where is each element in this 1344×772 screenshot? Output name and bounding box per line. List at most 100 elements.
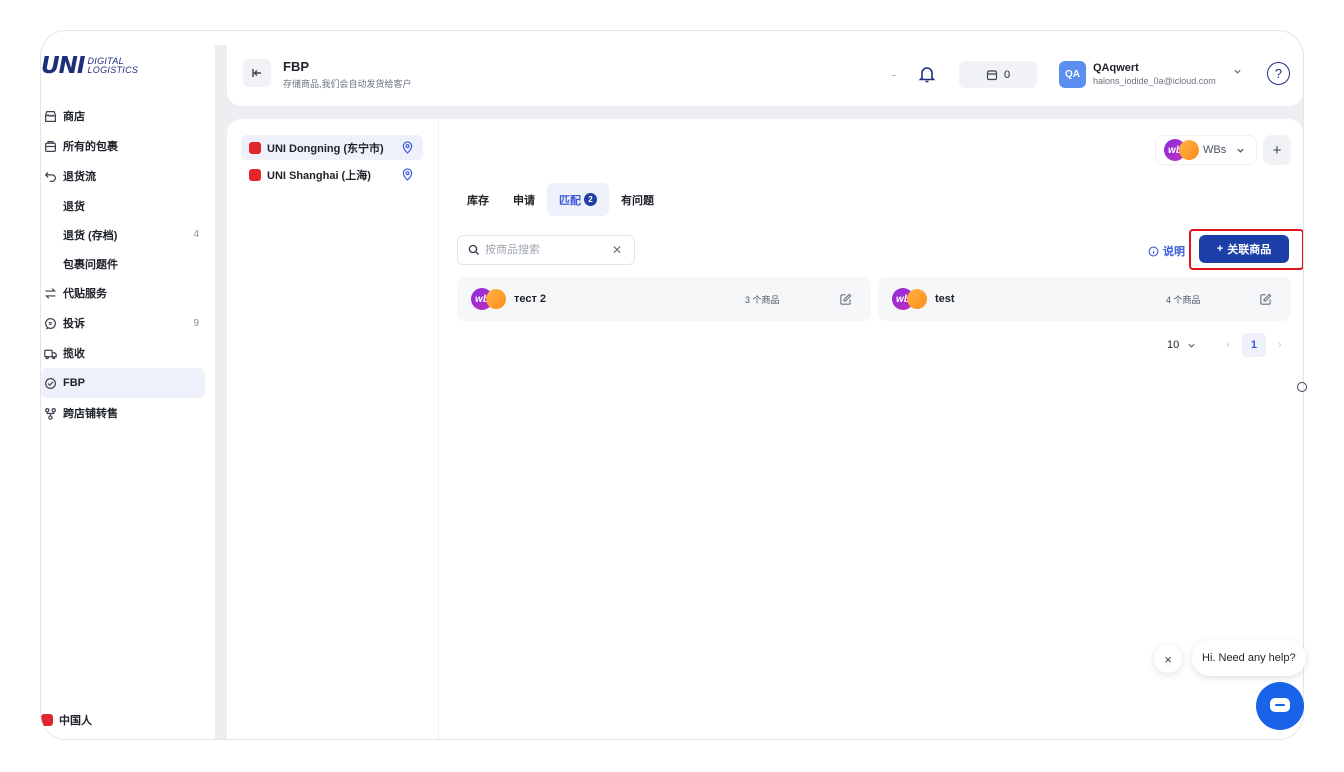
link-product-button[interactable]: + 关联商品 (1199, 235, 1289, 263)
store-select[interactable]: wb WBs (1155, 135, 1257, 165)
search-icon (468, 244, 479, 255)
chat-launcher-button[interactable] (1256, 682, 1304, 730)
edit-icon[interactable] (1259, 293, 1272, 306)
sidebar-item-shop[interactable]: 商店 (41, 101, 207, 131)
collapse-sidebar-button[interactable] (243, 59, 271, 87)
scroll-indicator-icon (1297, 382, 1307, 392)
truck-icon (43, 346, 57, 360)
sidebar-item-label: 跨店铺转售 (63, 408, 118, 420)
share-icon (43, 406, 57, 420)
search-box: ✕ (457, 235, 635, 265)
page-number[interactable]: 1 (1241, 333, 1266, 357)
box-icon (986, 69, 998, 80)
page-size-select[interactable]: 10 (1167, 339, 1196, 351)
location-pin-icon (402, 168, 413, 181)
app-window: UNI DIGITAL LOGISTICS 商店 所有的包裹 退货流 退货 退货… (40, 30, 1304, 740)
add-store-button[interactable]: + (1263, 135, 1291, 165)
store-card-name: test (935, 293, 955, 305)
close-help-button[interactable]: × (1154, 645, 1182, 673)
brand-logo[interactable]: UNI DIGITAL LOGISTICS (41, 53, 138, 79)
count-badge: 4 (193, 229, 199, 240)
store-card-name: тест 2 (514, 293, 547, 305)
store-card-count: 4 个商品 (1166, 294, 1201, 305)
info-icon (1148, 246, 1159, 256)
tab-bar: 库存 申请 匹配 2 有问题 (455, 183, 666, 216)
china-flag-icon (41, 714, 53, 726)
store-card[interactable]: wb тест 2 3 个商品 (457, 277, 871, 321)
chat-icon (43, 316, 57, 330)
sidebar-item-returns-archive[interactable]: 退货 (存档) 4 (41, 220, 207, 249)
location-pin-icon (402, 141, 413, 154)
next-page-icon[interactable]: › (1278, 339, 1282, 351)
explain-link[interactable]: 说明 (1148, 243, 1185, 259)
logo-main: UNI (41, 53, 85, 79)
sidebar-item-label: 揽收 (63, 348, 85, 360)
plus-icon: + (1216, 243, 1224, 255)
sidebar-item-label: 退货 (63, 200, 85, 213)
user-name[interactable]: QAqwert (1093, 62, 1139, 74)
store-logo: wb (471, 288, 506, 310)
swap-icon (43, 286, 57, 300)
page-header: FBP 存储商品,我们会自动发货给客户 0 QA QAqwert halons_… (227, 31, 1303, 106)
tab-inventory[interactable]: 库存 (455, 183, 501, 216)
chat-bubble-icon (1270, 698, 1290, 712)
store-select-value: WBs (1203, 144, 1227, 156)
chevron-down-icon[interactable] (1233, 67, 1242, 79)
sidebar-item-package-issues[interactable]: 包裹问题件 (41, 249, 207, 278)
sidebar-divider (215, 45, 227, 739)
store-logo: wb (1164, 139, 1199, 161)
search-input[interactable] (485, 244, 605, 256)
sidebar-item-label: 商店 (63, 111, 85, 123)
sidebar-item-label: 包裹问题件 (63, 258, 118, 271)
sidebar-item-label: 退货 (存档) (63, 229, 118, 242)
sidebar-item-label: FBP (63, 377, 85, 389)
logo-sub: DIGITAL LOGISTICS (87, 56, 139, 75)
tab-requests[interactable]: 申请 (501, 183, 547, 216)
partner-logo (1179, 140, 1199, 160)
warehouse-item-shanghai[interactable]: UNI Shanghai (上海) (241, 162, 423, 187)
language-selector[interactable]: 中国人 (41, 712, 92, 728)
box-counter-button[interactable]: 0 (959, 61, 1037, 88)
sidebar-item-returns-flow[interactable]: 退货流 (41, 161, 207, 191)
prev-page-icon[interactable]: ‹ (1226, 339, 1230, 351)
clear-icon[interactable]: ✕ (612, 243, 622, 257)
shop-icon (43, 109, 57, 123)
sidebar-item-cross-store-resale[interactable]: 跨店铺转售 (41, 398, 207, 428)
help-message-bubble[interactable]: Hi. Need any help? (1192, 640, 1306, 676)
warehouse-item-dongning[interactable]: UNI Dongning (东宁市) (241, 135, 423, 160)
sidebar-item-complaints[interactable]: 投诉 9 (41, 308, 207, 338)
avatar[interactable]: QA (1059, 61, 1086, 88)
tab-issues[interactable]: 有问题 (609, 183, 666, 216)
store-card[interactable]: wb test 4 个商品 (878, 277, 1291, 321)
warehouse-label: UNI Dongning (东宁市) (267, 142, 384, 155)
content-panel: UNI Dongning (东宁市) UNI Shanghai (上海) wb … (227, 119, 1303, 739)
sidebar-item-labeling-service[interactable]: 代贴服务 (41, 278, 207, 308)
edit-icon[interactable] (839, 293, 852, 306)
tab-matching[interactable]: 匹配 2 (547, 183, 609, 216)
sidebar-item-pickup[interactable]: 揽收 (41, 338, 207, 368)
fbp-icon (43, 376, 57, 390)
main-area: FBP 存储商品,我们会自动发货给客户 0 QA QAqwert halons_… (227, 31, 1303, 739)
sidebar-item-label: 退货流 (63, 171, 96, 183)
chevron-down-icon (1237, 148, 1244, 153)
help-button[interactable]: ? (1267, 62, 1290, 85)
page-subtitle: 存储商品,我们会自动发货给客户 (283, 79, 412, 89)
sidebar: UNI DIGITAL LOGISTICS 商店 所有的包裹 退货流 退货 退货… (41, 31, 215, 739)
return-icon (43, 169, 57, 183)
partner-logo (907, 289, 927, 309)
sidebar-item-returns[interactable]: 退货 (41, 191, 207, 220)
warehouse-list: UNI Dongning (东宁市) UNI Shanghai (上海) (227, 119, 439, 739)
sidebar-item-fbp[interactable]: FBP (41, 368, 205, 398)
store-card-count: 3 个商品 (745, 294, 780, 305)
notifications-bell-icon[interactable] (917, 64, 937, 84)
sidebar-item-all-packages[interactable]: 所有的包裹 (41, 131, 207, 161)
page-title: FBP (283, 59, 309, 74)
store-logo: wb (892, 288, 927, 310)
partner-logo (486, 289, 506, 309)
language-label: 中国人 (59, 715, 92, 727)
sidebar-item-label: 所有的包裹 (63, 141, 118, 153)
divider (892, 75, 896, 76)
sidebar-item-label: 代贴服务 (63, 288, 107, 300)
count-badge: 9 (193, 317, 199, 329)
package-icon (43, 139, 57, 153)
